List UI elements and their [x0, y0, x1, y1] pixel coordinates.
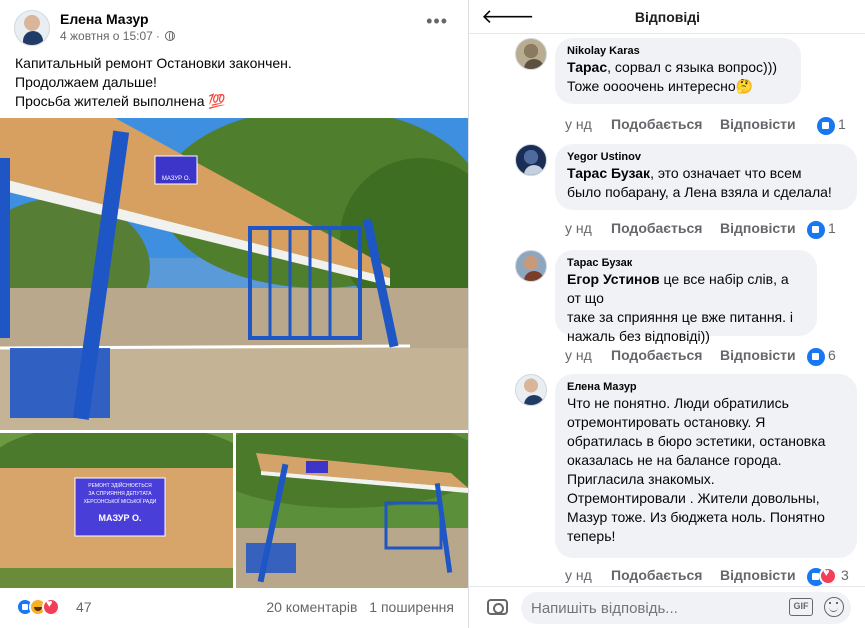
comment-line: таке за сприяння це вже питання. і — [567, 309, 794, 325]
closeup-sign-line: ХЕРСОНСЬКОЇ МІСЬКОЇ РАДИ — [84, 498, 157, 505]
shares-count-link[interactable]: 1 поширення — [369, 599, 454, 615]
author-avatar[interactable] — [14, 10, 50, 46]
post-header: Елена Мазур 4 жовтня о 15:07 · ••• — [14, 8, 454, 48]
comments-count-link[interactable]: 20 коментарів — [266, 599, 357, 615]
commenter-avatar[interactable] — [515, 250, 547, 282]
commenter-name[interactable]: Yegor Ustinov — [567, 151, 845, 163]
comment-reaction-count[interactable]: 1 — [838, 116, 846, 132]
comment-line: Мазур тоже. Из бюджета ноль. Понятно — [567, 509, 825, 525]
comment-text: Тарас, сорвал с языка вопрос))) Тоже оооо… — [567, 58, 789, 96]
reply-comment-button[interactable]: Відповісти — [720, 347, 796, 363]
comment-line: Отремонтировали . Жители довольны, — [567, 490, 820, 506]
panel-title: Відповіді — [634, 9, 701, 25]
comment-love-icon[interactable] — [819, 567, 837, 585]
post-text-line: Просьба жителей выполнена 💯 — [15, 93, 226, 109]
commenter-name[interactable]: Тарас Бузак — [567, 257, 805, 269]
comment-line: оказалась не на балансе города. — [567, 452, 782, 468]
reply-comment-button[interactable]: Відповісти — [720, 567, 796, 583]
post: Елена Мазур 4 жовтня о 15:07 · ••• Капит… — [0, 0, 468, 628]
commenter-name[interactable]: Елена Мазур — [567, 381, 845, 393]
closeup-sign-line: МАЗУР О. — [99, 513, 142, 523]
comment-line: теперь! — [567, 528, 616, 544]
meta-separator: · — [155, 29, 160, 43]
commenter-name[interactable]: Nikolay Karas — [567, 45, 789, 57]
comments-list: Nikolay Karas Тарас, сорвал с языка вопр… — [469, 34, 865, 586]
replies-panel: 🡐 Відповіді Nikolay Karas Тарас, сорвал … — [468, 0, 865, 628]
like-comment-button[interactable]: Подобається — [611, 347, 702, 363]
photo-main[interactable]: МАЗУР О. — [0, 118, 468, 430]
post-reactions-bar: 47 20 коментарів 1 поширення — [16, 596, 456, 618]
comment-time[interactable]: у нд — [565, 220, 592, 236]
comment-time[interactable]: у нд — [565, 567, 592, 583]
comment-line: Что не понятно. Люди обратились — [567, 395, 789, 411]
commenter-avatar[interactable] — [515, 38, 547, 70]
comment-line: обратилась в бюро эстетики, остановка — [567, 433, 826, 449]
comment-line: Пригласила знакомых. — [567, 471, 715, 487]
comment-line: отремонтировать остановку. Я — [567, 414, 766, 430]
like-comment-button[interactable]: Подобається — [611, 220, 702, 236]
comment-bubble: Тарас Бузак Егор Устинов це все набір сл… — [555, 250, 817, 344]
comment-reaction-count[interactable]: 6 — [828, 347, 836, 363]
comment-text: Что не понятно. Люди обратились отремонт… — [567, 394, 845, 546]
photo-closeup[interactable]: РЕМОНТ ЗДІЙСНЮЄТЬСЯ ЗА СПРИЯННЯ ДЕПУТАТА… — [0, 433, 233, 588]
comment-bubble: Nikolay Karas Тарас, сорвал с языка вопр… — [555, 38, 801, 104]
closeup-sign-line: РЕМОНТ ЗДІЙСНЮЄТЬСЯ — [88, 481, 152, 489]
comment-text: Тарас Бузак, это означает что всем было п… — [567, 164, 845, 202]
photo-wide[interactable] — [236, 433, 468, 588]
photo-sign-text: МАЗУР О. — [162, 176, 191, 182]
comment-reaction-count[interactable]: 3 — [841, 567, 849, 583]
comment-bubble: Елена Мазур Что не понятно. Люди обратил… — [555, 374, 857, 558]
comment-mention[interactable]: Тарас — [567, 59, 607, 75]
like-comment-button[interactable]: Подобається — [611, 116, 702, 132]
comment-mention[interactable]: Егор Устинов — [567, 271, 660, 287]
comment-time[interactable]: у нд — [565, 116, 592, 132]
closeup-sign-line: ЗА СПРИЯННЯ ДЕПУТАТА — [88, 491, 152, 497]
reply-bar: GIF — [469, 586, 865, 628]
more-options-button[interactable]: ••• — [426, 12, 448, 30]
post-text-line: Капитальный ремонт Остановки закончен. — [15, 55, 292, 71]
reaction-count[interactable]: 47 — [76, 599, 92, 615]
reply-comment-button[interactable]: Відповісти — [720, 220, 796, 236]
comment-like-icon[interactable] — [817, 117, 835, 135]
comment-mention[interactable]: Тарас Бузак — [567, 165, 650, 181]
post-text: Капитальный ремонт Остановки закончен. П… — [15, 54, 455, 111]
like-comment-button[interactable]: Подобається — [611, 567, 702, 583]
comment-like-icon[interactable] — [807, 348, 825, 366]
comment-line: , это означает что всем — [650, 165, 802, 181]
commenter-avatar[interactable] — [515, 374, 547, 406]
post-text-line: Продолжаем дальше! — [15, 74, 157, 90]
comment-reaction-count[interactable]: 1 — [828, 220, 836, 236]
love-reaction-icon — [42, 598, 60, 616]
comment-time[interactable]: у нд — [565, 347, 592, 363]
comment-line: нажаль без відповіді)) — [567, 328, 710, 344]
comment-bubble: Yegor Ustinov Тарас Бузак, это означает … — [555, 144, 857, 210]
post-timestamp[interactable]: 4 жовтня о 15:07 — [60, 29, 153, 43]
panel-header: 🡐 Відповіді — [469, 0, 865, 34]
commenter-avatar[interactable] — [515, 144, 547, 176]
comment-line: было побарану, а Лена взяла и сделала! — [567, 184, 832, 200]
camera-icon[interactable] — [487, 599, 508, 615]
post-stats: 20 коментарів 1 поширення — [258, 599, 454, 615]
comment-line: Тоже оооочень интересно🤔 — [567, 78, 754, 94]
reaction-icons[interactable] — [16, 598, 70, 616]
globe-icon — [164, 31, 175, 41]
reply-comment-button[interactable]: Відповісти — [720, 116, 796, 132]
comment-like-icon[interactable] — [807, 221, 825, 239]
comment-text: Егор Устинов це все набір слів, а от що т… — [567, 270, 805, 346]
post-meta: 4 жовтня о 15:07 · — [60, 29, 175, 43]
emoji-icon[interactable] — [824, 597, 844, 617]
gif-icon[interactable]: GIF — [789, 598, 813, 616]
author-name[interactable]: Елена Мазур — [60, 11, 149, 27]
comment-line: , сорвал с языка вопрос))) — [607, 59, 778, 75]
